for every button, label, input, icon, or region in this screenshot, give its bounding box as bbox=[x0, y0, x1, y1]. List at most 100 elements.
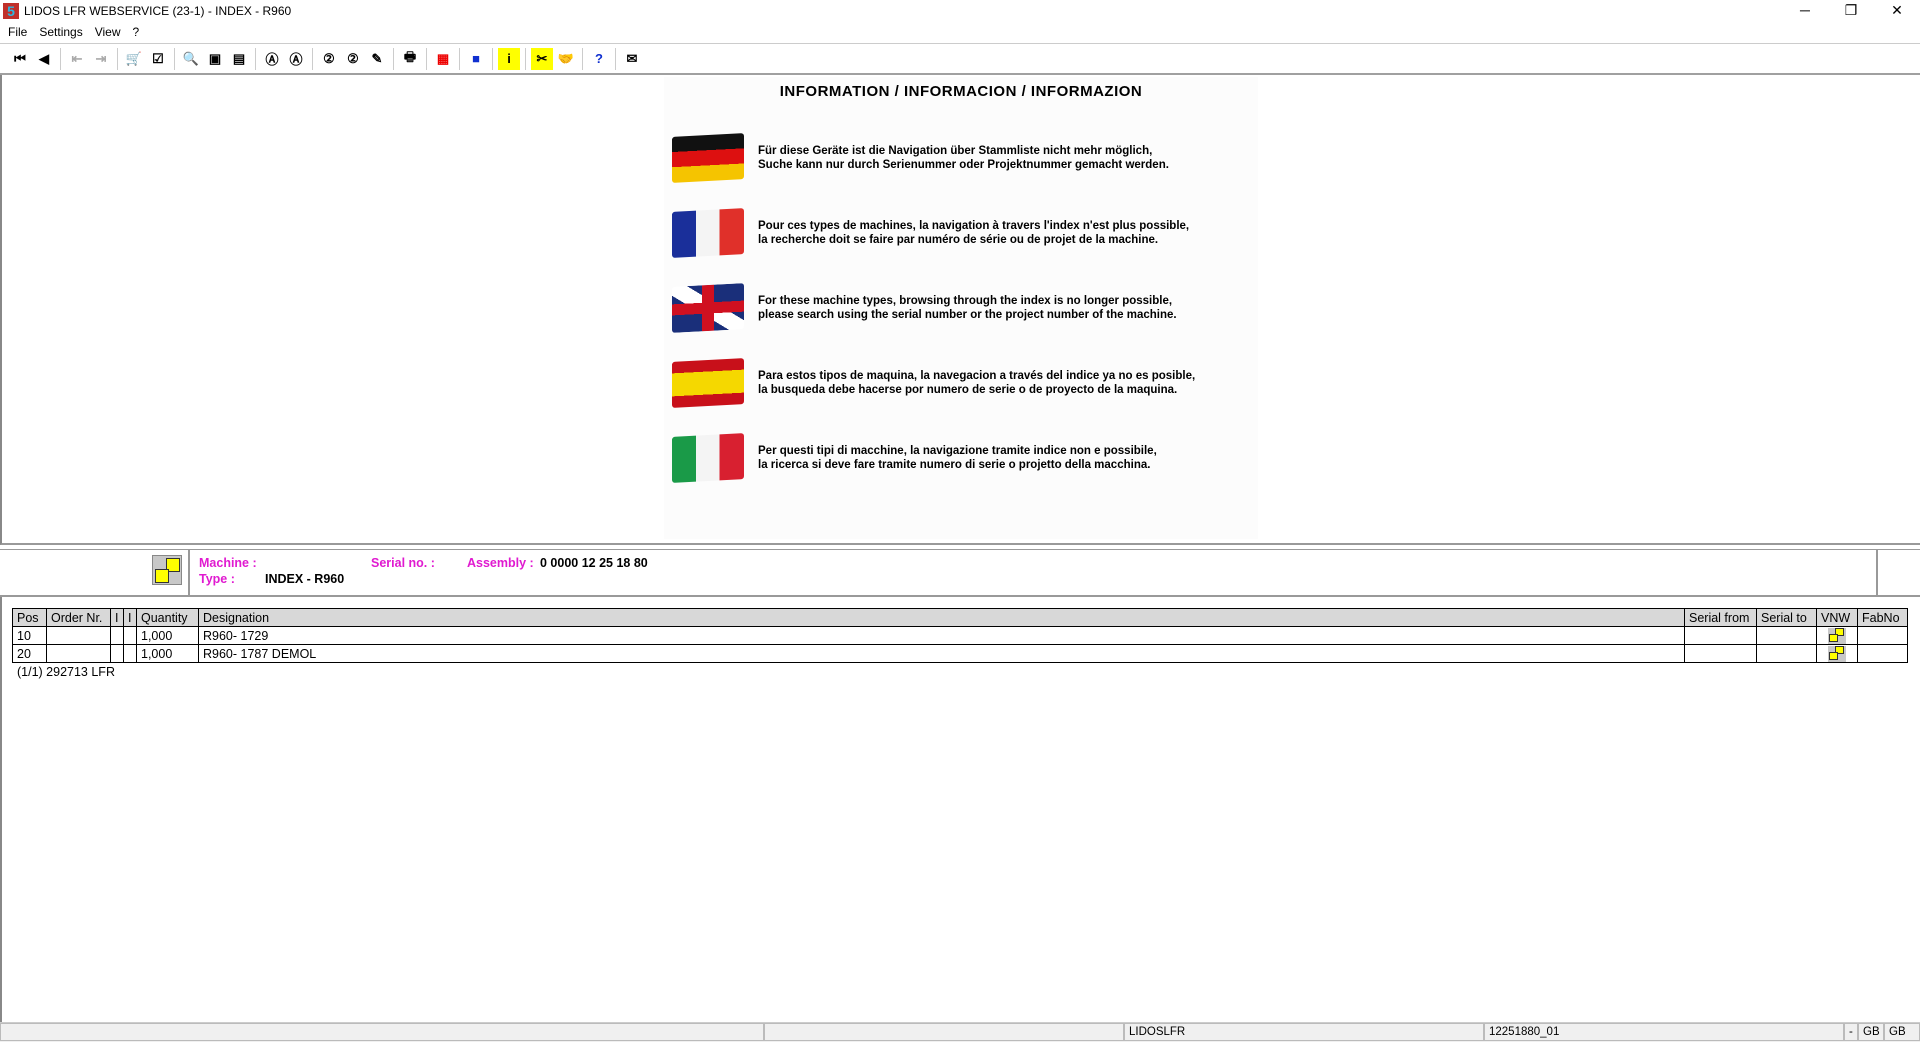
toolbar-separator bbox=[492, 47, 493, 70]
column-header[interactable]: VNW bbox=[1816, 608, 1858, 627]
assembly-label: Assembly : bbox=[467, 556, 534, 570]
table-cell: 20 bbox=[12, 644, 47, 663]
table-cell bbox=[46, 644, 111, 663]
close-button[interactable]: ✕ bbox=[1874, 0, 1920, 22]
info-line: Per questi tipi di macchine, la navigazi… bbox=[758, 445, 1157, 457]
table-cell bbox=[123, 626, 137, 645]
toolbar-separator bbox=[582, 47, 583, 70]
column-header[interactable]: Quantity bbox=[136, 608, 199, 627]
checklist-icon[interactable]: ☑ bbox=[147, 48, 169, 70]
column-header[interactable]: I bbox=[110, 608, 124, 627]
handshake-icon[interactable]: 🤝 bbox=[555, 48, 577, 70]
toolbar-separator bbox=[426, 47, 427, 70]
info-line: For these machine types, browsing throug… bbox=[758, 295, 1173, 307]
page2-icon[interactable]: ▤ bbox=[228, 48, 250, 70]
grid-icon[interactable]: ▦ bbox=[432, 48, 454, 70]
table-cell bbox=[123, 644, 137, 663]
search-2-back-icon[interactable]: ② bbox=[342, 48, 364, 70]
column-header[interactable]: Designation bbox=[198, 608, 1685, 627]
cart-icon[interactable]: 🛒 bbox=[123, 48, 145, 70]
toolbar-separator bbox=[312, 47, 313, 70]
minimize-button[interactable]: ─ bbox=[1782, 0, 1828, 22]
info-text: Für diese Geräte ist die Navigation über… bbox=[758, 144, 1169, 172]
eu-icon[interactable]: ■ bbox=[465, 48, 487, 70]
info-text: Per questi tipi di macchine, la navigazi… bbox=[758, 444, 1157, 472]
print-icon[interactable]: 🖶 bbox=[399, 48, 421, 70]
divider bbox=[0, 597, 2, 1022]
toolbar-separator bbox=[117, 47, 118, 70]
info-line: la recherche doit se faire par numéro de… bbox=[758, 234, 1159, 246]
toolbar-separator bbox=[60, 47, 61, 70]
assembly-value: 0 0000 12 25 18 80 bbox=[540, 556, 648, 570]
info-title: INFORMATION / INFORMACION / INFORMAZION bbox=[779, 83, 1143, 100]
search-a-icon[interactable]: Ⓐ bbox=[261, 48, 283, 70]
help-icon[interactable]: ? bbox=[588, 48, 610, 70]
zoom-in-icon[interactable]: 🔍 bbox=[180, 48, 202, 70]
tools-icon[interactable]: ✂ bbox=[531, 47, 553, 70]
table-cell bbox=[1816, 626, 1858, 645]
note-icon[interactable]: ✎ bbox=[366, 48, 388, 70]
info-icon[interactable]: i bbox=[498, 47, 520, 70]
info-panel: INFORMATION / INFORMACION / INFORMAZION … bbox=[664, 77, 1258, 539]
table-row[interactable]: 10 1,000 R960- 1729 bbox=[12, 626, 1908, 645]
type-label: Type : bbox=[199, 572, 235, 586]
mail-icon[interactable]: ✉ bbox=[621, 48, 643, 70]
search-a-back-icon[interactable]: Ⓐ bbox=[285, 48, 307, 70]
info-text: Pour ces types de machines, la navigatio… bbox=[758, 219, 1189, 247]
toolbar-separator bbox=[393, 47, 394, 70]
info-line: please search using the serial number or… bbox=[758, 309, 1177, 321]
flag-de-icon bbox=[672, 133, 744, 183]
menu-bar: File Settings View ? bbox=[0, 22, 147, 42]
table-cell: 10 bbox=[12, 626, 47, 645]
column-header[interactable]: Pos bbox=[12, 608, 47, 627]
info-text: Para estos tipos de maquina, la navegaci… bbox=[758, 369, 1195, 397]
info-line: Pour ces types de machines, la navigatio… bbox=[758, 220, 1190, 232]
info-line: la ricerca si deve fare tramite numero d… bbox=[758, 459, 1151, 471]
window-title: LIDOS LFR WEBSERVICE (23-1) - INDEX - R9… bbox=[24, 4, 292, 18]
first-icon[interactable]: ⏮ bbox=[9, 48, 31, 70]
status-lang2: GB bbox=[1884, 1023, 1920, 1041]
table-cell: 1,000 bbox=[136, 644, 199, 663]
status-cell bbox=[0, 1023, 764, 1041]
status-user: LIDOSLFR bbox=[1124, 1023, 1484, 1041]
column-header[interactable]: Serial to bbox=[1756, 608, 1817, 627]
info-it: Per questi tipi di macchine, la navigazi… bbox=[672, 433, 1157, 483]
toolbar-separator bbox=[525, 47, 526, 70]
header-left bbox=[0, 550, 190, 596]
column-header[interactable]: Order Nr. bbox=[46, 608, 111, 627]
app-icon: 5 bbox=[3, 3, 19, 19]
menu-help[interactable]: ? bbox=[129, 25, 148, 39]
column-header[interactable]: I bbox=[123, 608, 137, 627]
search-2-icon[interactable]: ② bbox=[318, 48, 340, 70]
status-id: 12251880_01 bbox=[1484, 1023, 1844, 1041]
maximize-button[interactable]: ❐ bbox=[1828, 0, 1874, 22]
flag-fr-icon bbox=[672, 208, 744, 258]
info-line: Para estos tipos de maquina, la navegaci… bbox=[758, 370, 1196, 382]
info-de: Für diese Geräte ist die Navigation über… bbox=[672, 133, 1169, 183]
vnw-link-icon[interactable] bbox=[1828, 627, 1846, 644]
status-lang: GB bbox=[1858, 1023, 1884, 1041]
column-header[interactable]: FabNo bbox=[1857, 608, 1908, 627]
toolbar-separator bbox=[174, 47, 175, 70]
menu-settings[interactable]: Settings bbox=[35, 25, 90, 39]
page-icon[interactable]: ▣ bbox=[204, 48, 226, 70]
flag-gb-icon bbox=[672, 283, 744, 333]
menu-view[interactable]: View bbox=[91, 25, 129, 39]
header-right bbox=[1876, 550, 1920, 596]
toolbar-separator bbox=[615, 47, 616, 70]
flag-es-icon bbox=[672, 358, 744, 408]
toolbar-separator bbox=[255, 47, 256, 70]
table-cell bbox=[1756, 626, 1817, 645]
info-line: la busqueda debe hacerse por numero de s… bbox=[758, 384, 1178, 396]
table-row[interactable]: 20 1,000 R960- 1787 DEMOL bbox=[12, 644, 1908, 663]
forward-doc-icon[interactable]: ⇥ bbox=[90, 48, 112, 70]
vnw-link-icon[interactable] bbox=[1828, 645, 1846, 662]
link-button[interactable] bbox=[152, 555, 182, 585]
machine-label: Machine : bbox=[199, 556, 257, 570]
column-header[interactable]: Serial from bbox=[1684, 608, 1757, 627]
back-doc-icon[interactable]: ⇤ bbox=[66, 48, 88, 70]
prev-icon[interactable]: ◀ bbox=[33, 48, 55, 70]
table-cell: 1,000 bbox=[136, 626, 199, 645]
menu-file[interactable]: File bbox=[4, 25, 35, 39]
title-bar: 5 LIDOS LFR WEBSERVICE (23-1) - INDEX - … bbox=[0, 0, 1920, 22]
